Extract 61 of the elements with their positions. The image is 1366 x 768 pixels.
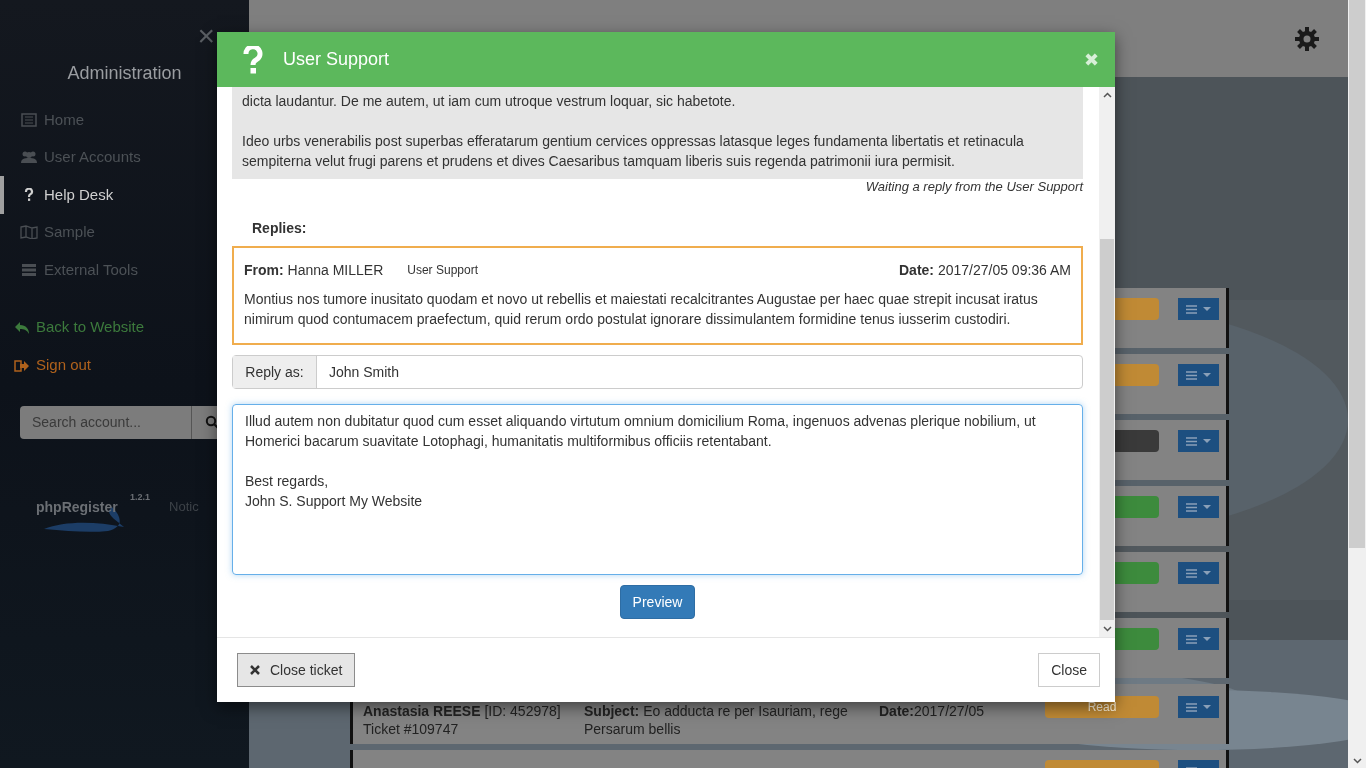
dialog-title: User Support [283,48,390,71]
menu-button[interactable] [1178,562,1219,584]
preview-button[interactable]: Preview [620,585,695,619]
ticket-date: Date:2017/27/05 [879,703,985,719]
menu-icon [1186,304,1197,314]
question-icon [243,45,263,74]
question-icon [24,187,34,202]
search-field[interactable]: Search account... [20,405,191,439]
reply-body: Montius nos tumore inusitato quodam et novo ut rebellis et maiestati recalcitrantes Augustae per haec quae strepit incusat iratus nimirum quod contumacem praefectum, quid rerum ordo postulat ignorare dissimulantem formidine tenus iusserim custodiri. [244,290,1039,329]
reply-author: From: Hanna MILLER [244,261,384,280]
message-paragraph: Ideo urbs venerabilis post superbas efferatarum gentium cervices oppressas latasque leges fundamenta libertatis et retinacula sempiterna velut frugi parens et prudens et dives Caesaribus tamquam liberis suis regenda patrimonii iura permisit. [242,132,1025,171]
caret-icon [1203,373,1211,377]
settings-icon[interactable] [1294,25,1320,52]
close-icon [250,665,260,675]
menu-icon [1186,436,1197,446]
menu-icon [1186,568,1197,578]
reply-as-field[interactable]: Reply as: John Smith [232,355,1083,389]
scroll-down-icon[interactable] [1102,626,1112,632]
version-label: 1.2.1 [130,490,151,504]
menu-button[interactable] [1178,430,1219,452]
reply-arrow-icon [14,320,30,335]
caret-icon [1203,439,1211,443]
search-icon [204,415,219,429]
customer-name: Anastasia REESE [ID: 452978] [363,702,562,720]
nav-item[interactable]: Sample [0,213,249,251]
caret-icon [1203,571,1211,575]
close-icon[interactable]: × [197,20,215,52]
scroll-up-icon[interactable] [1102,92,1112,98]
reply-date: Date: 2017/27/05 09:36 AM [899,261,1071,280]
sign-out-icon [14,358,30,373]
ticket-number: Ticket #109747 [363,720,460,738]
menu-button[interactable] [1178,628,1219,650]
ticket-status: Waiting a reply from the User Support [864,178,1083,196]
scrollbar-thumb[interactable] [1100,238,1114,620]
map-icon [20,225,38,240]
caret-icon [1203,505,1211,509]
menu-icon [1186,370,1197,380]
menu-button[interactable] [1178,364,1219,386]
menu-icon [1186,634,1197,644]
reply-textarea[interactable]: Illud autem non dubitatur quod cum esset aliquando virtutum omnium domicilium Roma, ingenuos advenas plerique nobilium, ut Homerici bacarum suavitate Lotophagi, humanitatis multiformibus officiis retentabant. Best regards, John S. Support My Website [232,404,1083,575]
message-paragraph: dicta laudantur. De me autem, ut iam cum utroque vestrum loquar, sic habetote. [242,92,737,111]
close-ticket-button[interactable]: Close ticket [237,653,356,687]
menu-button[interactable] [1178,696,1219,718]
reply-as-label: Reply as: [233,356,317,388]
users-icon [20,150,38,165]
menu-icon [1186,702,1197,712]
scrollbar-thumb[interactable] [1349,0,1365,548]
list-icon [21,262,37,277]
menu-button[interactable] [1178,496,1219,518]
replies-heading: Replies: [251,219,308,238]
close-icon[interactable]: ✖ [1084,50,1099,69]
caret-icon [1203,705,1211,709]
close-button[interactable]: Close [1038,653,1100,687]
menu-icon [1186,502,1197,512]
newspaper-icon [21,112,37,127]
reply-role: User Support [407,262,478,279]
menu-button[interactable] [1178,298,1219,320]
scroll-down-icon[interactable] [1352,758,1362,764]
ticket-subject: Subject: Eo adducta re per Isauriam, rege Persarum bellis [584,703,848,737]
sidebar-title: Administration [66,62,183,84]
caret-icon [1203,307,1211,311]
